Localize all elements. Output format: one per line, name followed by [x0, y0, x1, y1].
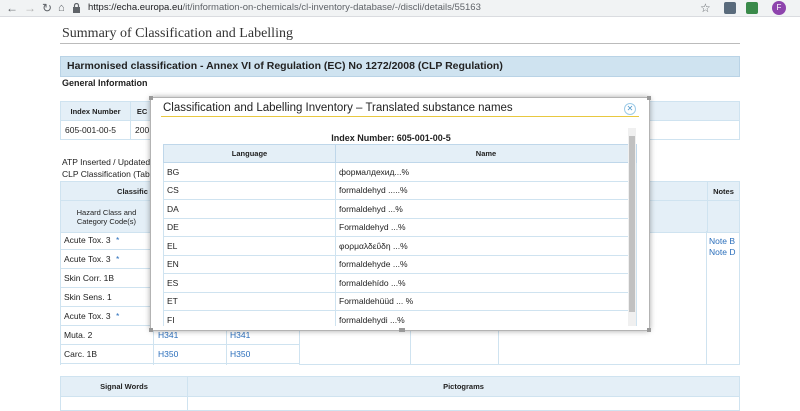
class-label: Muta. 2: [64, 330, 93, 340]
table-row: ES formaldehído ...%: [163, 273, 637, 293]
note-d-link[interactable]: Note D: [709, 247, 735, 257]
extension-icon[interactable]: [746, 2, 758, 14]
table-row: DA formaldehyd ...%: [163, 199, 637, 219]
page-title: Summary of Classification and Labelling: [62, 26, 293, 41]
url-path: /it/information-on-chemicals/cl-inventor…: [182, 2, 481, 13]
language-cell: BG: [163, 162, 336, 182]
language-cell: EN: [163, 254, 336, 274]
language-cell: ET: [163, 291, 336, 311]
divider: [299, 364, 740, 365]
class-label: Skin Corr. 1B: [64, 273, 115, 283]
index-number-header: Index Number: [60, 101, 131, 121]
table-row: FI formaldehydi ...%: [163, 310, 637, 326]
language-cell: FI: [163, 310, 336, 326]
name-cell: formaldehído ...%: [335, 273, 637, 293]
language-column-header: Language: [163, 144, 336, 163]
translations-scroll-area[interactable]: Language Name BG формалдехид...% CS formal…: [163, 144, 637, 326]
resize-handle[interactable]: [399, 328, 405, 332]
star-icon[interactable]: ☆: [700, 1, 711, 15]
class-header: Classific: [60, 181, 153, 201]
extension-icon[interactable]: [724, 2, 736, 14]
divider: [60, 231, 61, 365]
name-column-header: Name: [335, 144, 637, 163]
name-cell: formaldehyd .....%: [335, 180, 637, 200]
scrollbar-thumb[interactable]: [629, 136, 635, 312]
name-cell: Formaldehyd ...%: [335, 217, 637, 237]
hazard-code-link[interactable]: H350: [230, 345, 250, 363]
class-label: Acute Tox. 3: [64, 311, 111, 321]
table-row: BG формалдехид...%: [163, 162, 637, 182]
notes-header: Notes: [706, 181, 741, 201]
close-icon[interactable]: ✕: [624, 103, 636, 115]
home-icon[interactable]: ⌂: [58, 1, 65, 15]
language-cell: DE: [163, 217, 336, 237]
general-info-heading: General Information: [62, 78, 148, 88]
asterisk-link[interactable]: *: [116, 250, 119, 268]
back-icon[interactable]: ←: [6, 1, 18, 15]
reload-icon[interactable]: ↻: [42, 1, 52, 15]
forward-icon[interactable]: →: [24, 1, 36, 15]
divider: [226, 326, 227, 365]
translations-table: Language Name BG формалдехид...% CS formal…: [163, 144, 637, 326]
note-b-link[interactable]: Note B: [709, 236, 735, 246]
divider: [706, 231, 707, 365]
divider: [498, 326, 499, 365]
name-cell: formaldehydi ...%: [335, 310, 637, 326]
table-row: CS formaldehyd .....%: [163, 180, 637, 200]
table-row: EN formaldehyde ...%: [163, 254, 637, 274]
divider: [153, 326, 154, 365]
divider: [410, 326, 411, 365]
divider: [60, 43, 740, 44]
section-title: Harmonised classification - Annex VI of …: [60, 56, 740, 77]
signal-words-header: Signal Words: [60, 376, 188, 397]
language-cell: ES: [163, 273, 336, 293]
table-row: EL φορμαλδεΰδη ...%: [163, 236, 637, 256]
browser-toolbar: ← → ↻ ⌂ https://echa.europa.eu/it/inform…: [0, 0, 800, 17]
table-row: DE Formaldehyd ...%: [163, 217, 637, 237]
index-number-line: Index Number: 605-001-00-5: [331, 133, 451, 143]
name-cell: формалдехид...%: [335, 162, 637, 182]
language-cell: CS: [163, 180, 336, 200]
hazard-class-header: Hazard Class and Category Code(s): [60, 200, 153, 233]
class-label: Carc. 1B: [64, 349, 98, 359]
address-bar[interactable]: https://echa.europa.eu/it/information-on…: [88, 1, 481, 15]
asterisk-link[interactable]: *: [116, 231, 119, 249]
class-label: Acute Tox. 3: [64, 254, 111, 264]
resize-handle[interactable]: [149, 96, 153, 100]
translated-names-dialog: Classification and Labelling Inventory –…: [149, 96, 651, 332]
class-row: Carc. 1B H350 H350: [60, 345, 300, 364]
name-cell: formaldehyd ...%: [335, 199, 637, 219]
name-cell: φορμαλδεΰδη ...%: [335, 236, 637, 256]
name-cell: Formaldehüüd ... %: [335, 291, 637, 311]
divider: [161, 116, 639, 117]
clp-text: CLP Classification (Table: [62, 169, 157, 179]
resize-handle[interactable]: [647, 96, 651, 100]
dialog-title: Classification and Labelling Inventory –…: [163, 102, 513, 114]
pictograms-header: Pictograms: [187, 376, 740, 397]
table-row: ET Formaldehüüd ... %: [163, 291, 637, 311]
language-cell: DA: [163, 199, 336, 219]
avatar[interactable]: F: [772, 1, 786, 15]
resize-handle[interactable]: [149, 328, 153, 332]
hazard-code-link[interactable]: H350: [158, 345, 178, 363]
labelling-table: Signal Words Pictograms: [60, 376, 740, 411]
language-cell: EL: [163, 236, 336, 256]
divider: [739, 181, 740, 365]
atp-text: ATP Inserted / Updated: [62, 157, 151, 167]
class-label: Acute Tox. 3: [64, 235, 111, 245]
index-number-value: 605-001-00-5: [60, 120, 131, 140]
name-cell: formaldehyde ...%: [335, 254, 637, 274]
lock-icon: [73, 3, 80, 13]
resize-handle[interactable]: [647, 328, 651, 332]
url-host: https://echa.europa.eu: [88, 2, 183, 13]
class-label: Skin Sens. 1: [64, 292, 112, 302]
asterisk-link[interactable]: *: [116, 307, 119, 325]
vertical-scrollbar[interactable]: [628, 128, 636, 326]
